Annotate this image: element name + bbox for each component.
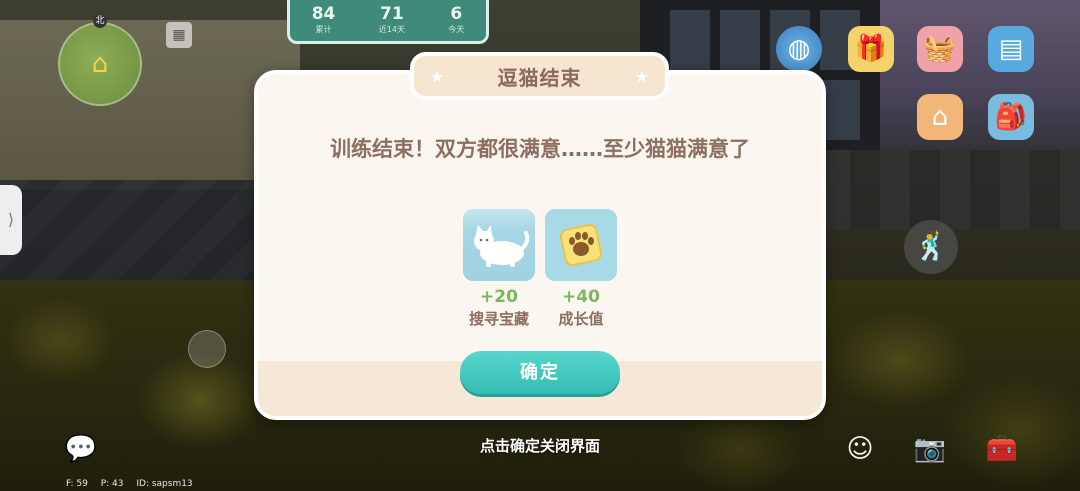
- calendar-icon[interactable]: ▦: [166, 22, 192, 48]
- stat-today-value: 6: [450, 3, 463, 24]
- movement-joystick[interactable]: [188, 330, 226, 368]
- stat-today-label: 今天: [448, 24, 465, 34]
- minimap[interactable]: ⌂: [58, 22, 142, 106]
- reward-growth: +40 成长值: [545, 209, 617, 329]
- stat-14-days-label: 近14天: [378, 24, 405, 34]
- reward-treasure: +20 搜寻宝藏: [463, 209, 535, 329]
- white-cat-icon: [463, 209, 535, 281]
- reward-treasure-label: 搜寻宝藏: [468, 310, 529, 328]
- stat-14-days: 71 近14天: [379, 4, 405, 35]
- stat-total: 84 累计: [312, 4, 336, 35]
- tablet-icon[interactable]: ▤: [988, 26, 1034, 72]
- debug-fps: F: 59: [66, 479, 88, 489]
- reward-growth-label: 成长值: [558, 310, 604, 328]
- star-icon: ★: [430, 67, 445, 86]
- debug-info: F: 59 P: 43 ID: sapsm13: [66, 479, 203, 489]
- debug-id: ID: sapsm13: [136, 479, 193, 489]
- dialog-message: 训练结束！双方都很满意……至少猫猫满意了: [330, 137, 750, 161]
- close-hint: 点击确定关闭界面: [479, 437, 600, 455]
- dialog-title-tab: ★ 逗猫结束 ★: [410, 52, 669, 100]
- paw-card-icon: [545, 209, 617, 281]
- debug-ping: P: 43: [100, 479, 124, 489]
- home-marker-icon: ⌂: [91, 49, 109, 79]
- confirm-button[interactable]: 确定: [460, 351, 620, 394]
- stat-total-label: 累计: [315, 24, 332, 34]
- stat-total-value: 84: [311, 3, 336, 24]
- gift-box-icon[interactable]: 🎁: [848, 26, 894, 72]
- side-panel-toggle[interactable]: ⟩: [0, 185, 22, 255]
- compass-north-marker: 北: [93, 14, 107, 28]
- stats-panel: 84 累计 71 近14天 6 今天: [287, 0, 489, 44]
- dance-action-icon[interactable]: 🕺: [904, 220, 958, 274]
- star-icon: ★: [634, 67, 649, 86]
- reward-treasure-amount: +20: [480, 287, 518, 307]
- planet-icon[interactable]: ◍: [776, 26, 822, 72]
- stat-14-days-value: 71: [379, 3, 404, 24]
- stat-today: 6 今天: [448, 4, 464, 35]
- dialog-title: 逗猫结束: [497, 65, 582, 90]
- shop-basket-icon[interactable]: 🧺: [917, 26, 963, 72]
- reward-growth-amount: +40: [562, 287, 600, 307]
